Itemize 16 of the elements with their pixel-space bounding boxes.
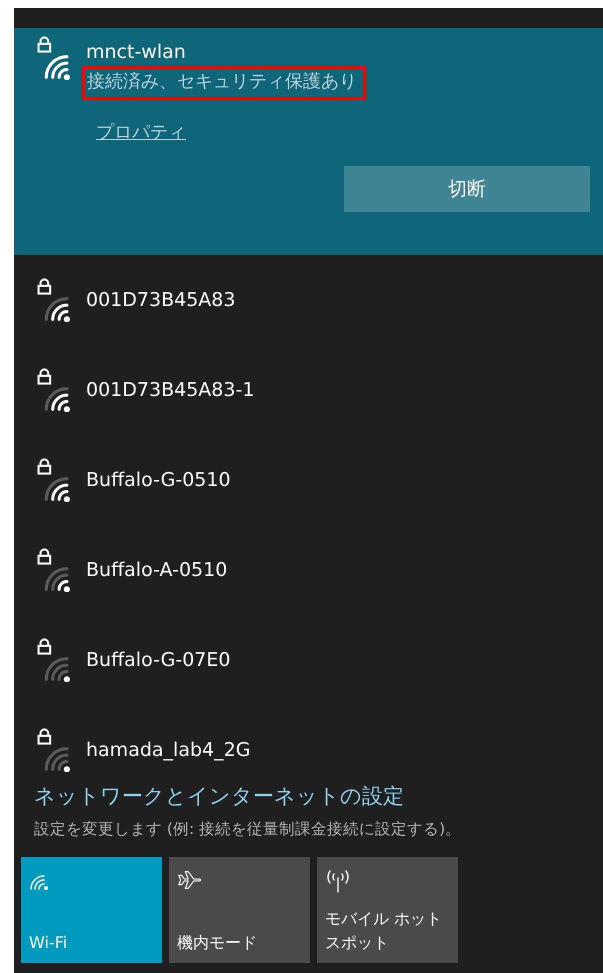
- quick-action-tile[interactable]: モバイル ホットスポット: [317, 857, 458, 963]
- connection-status: 接続済み、セキュリティ保護あり: [82, 66, 366, 100]
- disconnect-button[interactable]: 切断: [344, 166, 590, 212]
- settings-link[interactable]: ネットワークとインターネットの設定: [34, 781, 404, 811]
- network-name: mnct-wlan: [86, 40, 187, 64]
- network-name[interactable]: Buffalo-G-0510: [86, 469, 231, 491]
- antenna-icon: [325, 869, 351, 893]
- network-name[interactable]: 001D73B45A83-1: [86, 379, 254, 401]
- network-name[interactable]: Buffalo-A-0510: [86, 559, 228, 581]
- settings-description: 設定を変更します (例: 接続を従量制課金接続に設定する)。: [34, 819, 462, 840]
- network-name[interactable]: hamada_lab4_2G: [86, 739, 250, 761]
- quick-action-tile[interactable]: 機内モード: [169, 857, 310, 963]
- airplane-icon: [177, 869, 203, 891]
- properties-link[interactable]: プロパティ: [96, 120, 186, 144]
- network-name[interactable]: Buffalo-G-07E0: [86, 649, 230, 671]
- network-name[interactable]: 001D73B45A83: [86, 289, 236, 311]
